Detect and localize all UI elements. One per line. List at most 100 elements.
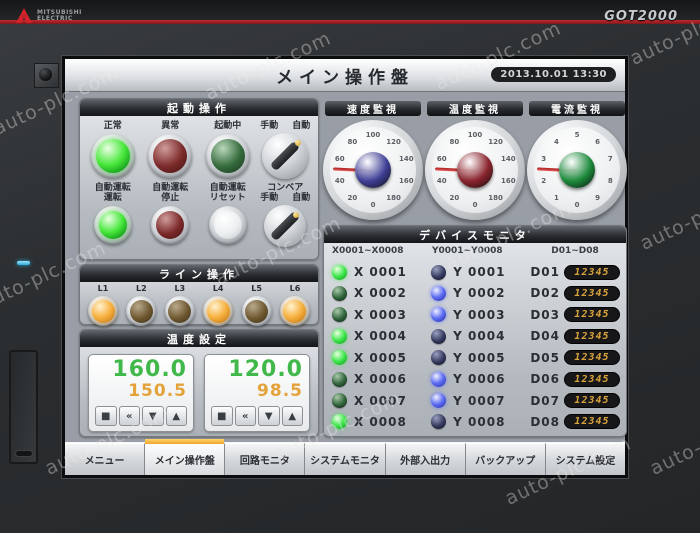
x-bit-lamp [332, 285, 347, 301]
tab-circuit-monitor[interactable]: 回路モニタ [225, 443, 306, 475]
lamp-ring [90, 134, 135, 178]
manual-auto-selector[interactable] [262, 133, 309, 179]
startup-operation-panel: 起動操作 正常 異常 起動中 手動 自動 自動運転 運転 自動運転 停止 自動運… [79, 98, 319, 260]
d-register-value: 12345 [563, 307, 620, 323]
d-register-value: 12345 [563, 264, 620, 280]
y-bit-lamp [431, 264, 447, 280]
startup-panel-title: 起動操作 [80, 99, 318, 116]
y-bit-lamp [431, 350, 447, 366]
temp1-down-button[interactable]: ▼ [142, 406, 164, 426]
auto-run-button[interactable] [98, 211, 127, 240]
temp2-fast-button[interactable]: « [234, 406, 256, 426]
lamp-ring [148, 134, 193, 178]
device-monitor-panel: デバイスモニタ X0001~X0008 Y0001~Y0008 D01~D08 … [323, 225, 627, 437]
bottom-tab-bar: メニュー メイン操作盤 回路モニタ システムモニタ 外部入出力 バックアップ シ… [65, 439, 625, 475]
d-register-value: 12345 [563, 393, 620, 409]
page-title: メイン操作盤 [276, 67, 414, 88]
speed-gauge-title: 速度監視 [325, 101, 421, 116]
line-operation-panel: ライン操作 L1 L2 L3 L4 L5 L6 [79, 264, 319, 326]
temp2-sv-value: 98.5 [257, 381, 303, 401]
temp2-up-button[interactable]: ▲ [281, 406, 303, 426]
line-lamp-l2: L2 [124, 284, 158, 326]
front-sensor [34, 63, 59, 88]
table-row: X 0005 Y 0005 D05 12345 [332, 348, 620, 368]
device-monitor-rows: X 0001 Y 0001 D01 12345 X 0002 Y 0002 D02… [332, 262, 620, 432]
tab-system-settings[interactable]: システム設定 [545, 443, 625, 475]
x-range-header: X0001~X0008 [332, 246, 404, 256]
y-bit-lamp [431, 328, 447, 344]
error-status-lamp [153, 139, 188, 173]
mitsubishi-logo: MITSUBISHI ELECTRIC [16, 8, 82, 23]
line-lamp-l3: L3 [163, 284, 197, 326]
tab-system-monitor[interactable]: システムモニタ [305, 443, 386, 475]
line-lamp-l4: L4 [201, 284, 235, 326]
y-bit-lamp [431, 285, 447, 301]
temperature-gauge: 0 20 40 60 80 100 120 140 160 180 [425, 120, 525, 220]
current-gauge: 0123456789 [527, 120, 627, 220]
conveyor-selector[interactable] [264, 205, 307, 248]
tab-backup[interactable]: バックアップ [465, 443, 546, 475]
temp-controller-1: 160.0 150.5 ■ « ▼ ▲ [88, 354, 194, 432]
lamp-starting: 起動中 [199, 119, 257, 182]
x-bit-lamp [332, 350, 347, 366]
screen-titlebar: メイン操作盤 2013.10.01 13:30 [65, 59, 625, 92]
interface-cover-door[interactable] [9, 350, 38, 464]
l3-button[interactable] [168, 299, 192, 323]
power-led [17, 261, 30, 265]
temp1-up-button[interactable]: ▲ [165, 406, 187, 426]
temp2-down-button[interactable]: ▼ [258, 406, 280, 426]
d-register-value: 12345 [563, 371, 620, 387]
l6-button[interactable] [283, 299, 307, 323]
got2000-logo: GOT2000 [604, 9, 678, 24]
x-bit-lamp [332, 307, 347, 323]
door-latch[interactable] [15, 450, 33, 457]
conveyor-selector-cell: コンベア 手動 自動 [257, 182, 315, 255]
x-bit-lamp [332, 264, 347, 280]
sensor-lens-icon [39, 68, 52, 81]
temp2-stop-button[interactable]: ■ [211, 406, 233, 426]
l5-button[interactable] [245, 299, 269, 323]
table-row: X 0008 Y 0008 D08 12345 [332, 412, 620, 432]
brand-text: MITSUBISHI ELECTRIC [37, 8, 82, 22]
lamp-ring [151, 206, 190, 245]
line-lamp-l5: L5 [240, 284, 274, 326]
x-bit-lamp [332, 371, 347, 387]
x-bit-lamp [332, 414, 347, 430]
l2-button[interactable] [129, 299, 153, 323]
l4-button[interactable] [206, 299, 230, 323]
d-register-value: 12345 [563, 328, 620, 344]
temp1-pv-value: 160.0 [112, 357, 187, 382]
temp1-stop-button[interactable]: ■ [95, 406, 117, 426]
auto-stop-button[interactable] [156, 211, 185, 240]
table-row: X 0002 Y 0002 D02 12345 [332, 283, 620, 303]
y-range-header: Y0001~Y0008 [432, 246, 503, 256]
line-lamp-row: L1 L2 L3 L4 L5 L6 [86, 284, 312, 326]
temperature-gauge-title: 温度監視 [427, 101, 523, 116]
table-row: X 0004 Y 0004 D04 12345 [332, 326, 620, 346]
auto-reset-button[interactable] [213, 211, 242, 240]
auto-run-button-cell: 自動運転 運転 [84, 182, 142, 255]
line-lamp-l1: L1 [86, 284, 120, 326]
lamp-ring [208, 206, 247, 245]
table-row: X 0001 Y 0001 D01 12345 [332, 262, 620, 282]
y-bit-lamp [431, 307, 447, 323]
touchscreen: メイン操作盤 2013.10.01 13:30 起動操作 正常 異常 起動中 手… [62, 56, 628, 478]
tab-external-io[interactable]: 外部入出力 [385, 443, 466, 475]
gauge-center-dome [355, 152, 391, 188]
temp-controller-2: 120.0 98.5 ■ « ▼ ▲ [204, 354, 310, 432]
line-panel-title: ライン操作 [80, 265, 318, 282]
tab-menu[interactable]: メニュー [65, 443, 146, 475]
temp-controllers: 160.0 150.5 ■ « ▼ ▲ 120.0 98.5 ■ « ▼ ▲ [88, 354, 310, 432]
gauge-center-dome [457, 152, 493, 188]
bezel-top-strip [0, 0, 700, 20]
temp1-fast-button[interactable]: « [118, 406, 140, 426]
device-monitor-headers: X0001~X0008 Y0001~Y0008 D01~D08 [332, 246, 618, 256]
mode-selector-cell: 手動 自動 [257, 119, 315, 182]
current-gauge-title: 電流監視 [529, 101, 625, 116]
lamp-normal: 正常 [84, 119, 142, 182]
x-bit-lamp [332, 328, 347, 344]
l1-button[interactable] [91, 299, 115, 323]
startup-grid: 正常 異常 起動中 手動 自動 自動運転 運転 自動運転 停止 自動運転 リセッ… [84, 119, 314, 255]
device-monitor-title: デバイスモニタ [324, 226, 626, 243]
tab-main-operation[interactable]: メイン操作盤 [145, 439, 226, 475]
